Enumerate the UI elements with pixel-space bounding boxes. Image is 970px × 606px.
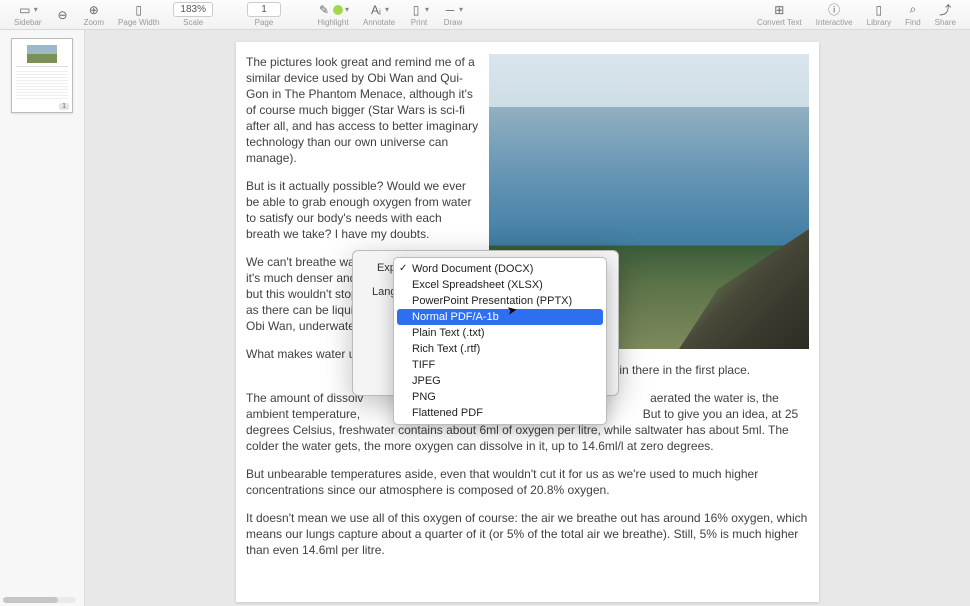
scale-value[interactable]: 183%: [173, 2, 213, 17]
find-label: Find: [905, 18, 921, 27]
sidebar-scrollbar[interactable]: [3, 597, 76, 603]
page-value[interactable]: 1: [247, 2, 281, 17]
scale-label: Scale: [183, 18, 203, 27]
zoom-out-icon: ⊖: [56, 8, 70, 22]
library-button[interactable]: ▯ Library: [861, 0, 897, 30]
thumbnail-image: [27, 45, 57, 63]
share-button[interactable]: ⤴ Share: [929, 0, 962, 30]
highlight-button[interactable]: ✎ ▾ Highlight: [311, 0, 355, 30]
print-icon: ▯: [409, 3, 423, 17]
zoom-in-button[interactable]: ⊕ Zoom: [78, 0, 110, 30]
chevron-down-icon: ▾: [34, 5, 38, 14]
print-label: Print: [411, 18, 427, 27]
highlight-icon: ✎: [317, 3, 331, 17]
dropdown-item-pdfa[interactable]: Normal PDF/A-1b: [397, 309, 603, 325]
highlight-label: Highlight: [317, 18, 348, 27]
search-icon: ⌕: [906, 3, 920, 17]
scrollbar-thumb[interactable]: [3, 597, 58, 603]
share-icon: ⤴: [938, 3, 952, 17]
annotate-button[interactable]: Aᵢ ▾ Annotate: [357, 0, 401, 30]
toolbar: ▭ ▾ Sidebar ⊖ ⊕ Zoom ▯ Page Width 183% S…: [0, 0, 970, 30]
draw-label: Draw: [444, 18, 463, 27]
page-width-button[interactable]: ▯ Page Width: [112, 0, 165, 30]
zoom-in-icon: ⊕: [87, 3, 101, 17]
annotate-icon: Aᵢ: [369, 3, 383, 17]
interactive-icon: ⓘ: [827, 3, 841, 17]
paragraph: It doesn't mean we use all of this oxyge…: [246, 510, 809, 558]
share-label: Share: [935, 18, 956, 27]
highlight-color: [333, 5, 343, 15]
page-control[interactable]: 1 Page: [241, 0, 287, 30]
dropdown-item-txt[interactable]: Plain Text (.txt): [394, 325, 606, 341]
page-label: Page: [255, 18, 274, 27]
dropdown-item-png[interactable]: PNG: [394, 389, 606, 405]
page-width-icon: ▯: [132, 3, 146, 17]
convert-label: Convert Text: [757, 18, 802, 27]
page-thumbnail[interactable]: 1: [11, 38, 73, 113]
paragraph: But unbearable temperatures aside, even …: [246, 466, 809, 498]
page-width-label: Page Width: [118, 18, 159, 27]
interactive-label: Interactive: [816, 18, 853, 27]
dropdown-item-rtf[interactable]: Rich Text (.rtf): [394, 341, 606, 357]
chevron-down-icon: ▾: [345, 5, 349, 14]
dropdown-item-docx[interactable]: Word Document (DOCX): [394, 261, 606, 277]
dropdown-item-jpeg[interactable]: JPEG: [394, 373, 606, 389]
print-button[interactable]: ▯ ▾ Print: [403, 0, 435, 30]
draw-button[interactable]: ─ ▾ Draw: [437, 0, 469, 30]
dropdown-item-pptx[interactable]: PowerPoint Presentation (PPTX): [394, 293, 606, 309]
export-format-dropdown: Word Document (DOCX) Excel Spreadsheet (…: [393, 257, 607, 425]
chevron-down-icon: ▾: [459, 5, 463, 14]
sidebar-toggle[interactable]: ▭ ▾ Sidebar: [8, 0, 48, 30]
dropdown-item-flattened[interactable]: Flattened PDF: [394, 405, 606, 421]
scale-control[interactable]: 183% Scale: [167, 0, 219, 30]
zoom-out-button[interactable]: ⊖: [50, 0, 76, 30]
convert-icon: ⊞: [772, 3, 786, 17]
dropdown-item-xlsx[interactable]: Excel Spreadsheet (XLSX): [394, 277, 606, 293]
annotate-label: Annotate: [363, 18, 395, 27]
draw-icon: ─: [443, 3, 457, 17]
thumbnail-page-number: 1: [59, 103, 69, 110]
chevron-down-icon: ▾: [425, 5, 429, 14]
thumbnail-sidebar: 1: [0, 30, 85, 606]
convert-text-button[interactable]: ⊞ Convert Text: [751, 0, 808, 30]
find-button[interactable]: ⌕ Find: [899, 0, 927, 30]
library-label: Library: [867, 18, 891, 27]
dropdown-item-tiff[interactable]: TIFF: [394, 357, 606, 373]
library-icon: ▯: [872, 3, 886, 17]
sidebar-label: Sidebar: [14, 18, 42, 27]
zoom-label: Zoom: [84, 18, 104, 27]
interactive-button[interactable]: ⓘ Interactive: [810, 0, 859, 30]
sidebar-icon: ▭: [18, 3, 32, 17]
chevron-down-icon: ▾: [385, 5, 389, 14]
